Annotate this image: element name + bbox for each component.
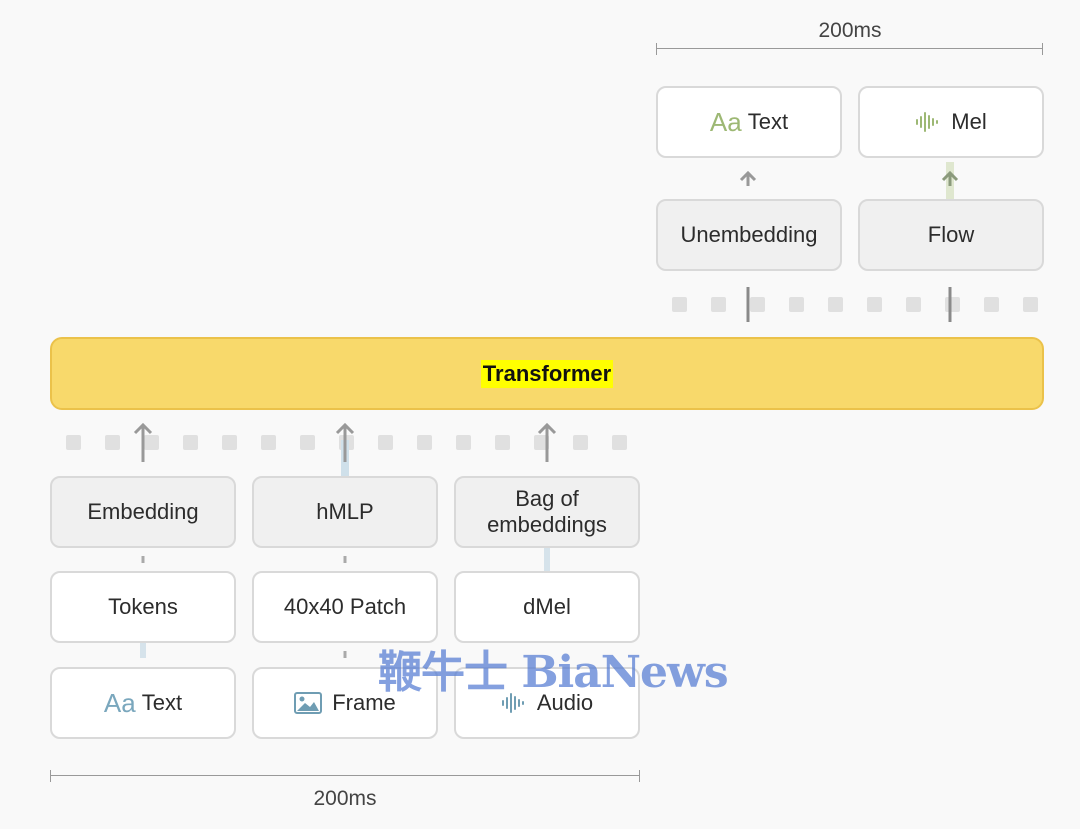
- token-square: [828, 297, 843, 312]
- bag-of-embeddings-box: Bag of embeddings: [454, 476, 640, 548]
- token-square: [867, 297, 882, 312]
- top-duration-label: 200ms: [818, 19, 882, 42]
- token-square: [945, 297, 960, 312]
- image-icon: [294, 692, 323, 714]
- token-square: [183, 435, 198, 450]
- hmlp-box: hMLP: [252, 476, 438, 548]
- bracket-tick: [1042, 43, 1043, 55]
- bottom-duration-label: 200ms: [313, 787, 377, 810]
- embedding-label: Embedding: [87, 499, 199, 524]
- text-aa-icon: Aa: [709, 107, 742, 137]
- bracket-tick: [656, 43, 657, 55]
- transformer-label: Transformer: [480, 359, 614, 388]
- token-square: [984, 297, 999, 312]
- flow-label: Flow: [927, 222, 975, 247]
- arrow-flow-to-mel: [941, 162, 959, 200]
- patch-label: 40x40 Patch: [283, 594, 407, 619]
- hmlp-label: hMLP: [316, 499, 374, 524]
- unembedding-label: Unembedding: [680, 222, 818, 247]
- bag-label-line2: embeddings: [487, 512, 607, 537]
- tokens-label: Tokens: [108, 594, 178, 619]
- arrow-hmlp-up: [335, 422, 355, 476]
- flow-box: Flow: [858, 199, 1044, 271]
- token-square: [750, 297, 765, 312]
- input-text-label: Text: [141, 690, 183, 715]
- token-square: [378, 435, 393, 450]
- embedding-box: Embedding: [50, 476, 236, 548]
- transformer-block: Transformer: [50, 337, 1044, 410]
- bracket-tick: [50, 770, 51, 782]
- token-square: [300, 435, 315, 450]
- output-text-box: Aa Text: [656, 86, 842, 158]
- token-square: [789, 297, 804, 312]
- waveform-icon: [916, 112, 939, 132]
- input-text-box: Aa Text: [50, 667, 236, 739]
- token-square: [672, 297, 687, 312]
- text-aa-icon: Aa: [103, 688, 136, 718]
- watermark: 鞭牛士 BiaNews: [378, 647, 729, 698]
- patch-box: 40x40 Patch: [252, 571, 438, 643]
- bottom-duration-bracket: [50, 775, 640, 776]
- token-square: [456, 435, 471, 450]
- output-mel-box: Mel: [858, 86, 1044, 158]
- unembedding-box: Unembedding: [656, 199, 842, 271]
- token-square: [495, 435, 510, 450]
- bracket-tick: [639, 770, 640, 782]
- arrow-unembedding-to-text: [739, 170, 757, 186]
- bag-label-line1: Bag of: [515, 486, 579, 511]
- token-square: [1023, 297, 1038, 312]
- output-text-label: Text: [747, 109, 789, 134]
- token-square: [612, 435, 627, 450]
- dmel-label: dMel: [523, 594, 571, 619]
- token-square: [222, 435, 237, 450]
- token-square: [711, 297, 726, 312]
- token-square: [417, 435, 432, 450]
- token-squares-top: [672, 297, 1038, 312]
- token-square: [573, 435, 588, 450]
- token-square: [261, 435, 276, 450]
- top-duration-bracket: [656, 48, 1043, 49]
- tokens-box: Tokens: [50, 571, 236, 643]
- token-square: [906, 297, 921, 312]
- output-mel-label: Mel: [951, 109, 987, 134]
- token-square: [105, 435, 120, 450]
- dmel-box: dMel: [454, 571, 640, 643]
- token-square: [66, 435, 81, 450]
- token-square: [144, 435, 159, 450]
